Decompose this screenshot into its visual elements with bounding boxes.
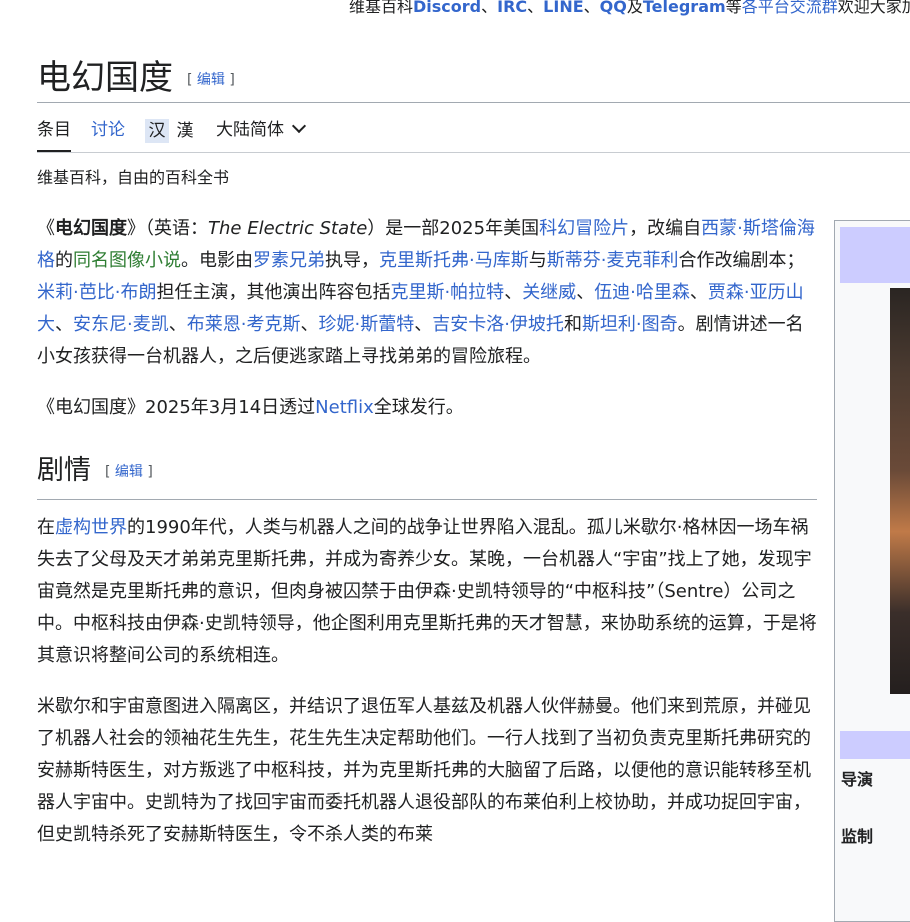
directors-link[interactable]: 罗素兄弟 (253, 250, 325, 271)
release-paragraph: 《电幻国度》2025年3月14日透过Netflix全球发行。 (37, 392, 817, 424)
variant-dropdown[interactable]: 大陆简体 (216, 116, 307, 144)
text: ）是一部2025年美国 (367, 218, 540, 239)
english-title: The Electric State (208, 218, 368, 239)
notice-and: 及 (626, 0, 643, 16)
community-groups-link[interactable]: 各平台交流群 (742, 0, 838, 16)
actor-link[interactable]: 伍迪·哈里森 (594, 282, 690, 303)
text: 担任主演，其他演出阵容包括 (156, 282, 391, 303)
notice-prefix: 维基百科 (349, 0, 414, 16)
netflix-link[interactable]: Netflix (315, 397, 374, 418)
lead-paragraph: 《电幻国度》（英语：The Electric State）是一部2025年美国科… (37, 213, 817, 373)
article-body: 《电幻国度》（英语：The Electric State）是一部2025年美国科… (37, 213, 817, 870)
text: 合作改编剧本； (678, 250, 805, 271)
fictional-world-link[interactable]: 虚构世界 (55, 517, 127, 538)
genre-link[interactable]: 科幻冒险片 (539, 218, 629, 239)
writer-link[interactable]: 克里斯托弗·马库斯 (379, 250, 529, 271)
notice-suffix: 欢迎大家加入 (837, 0, 910, 16)
actor-link[interactable]: 关继威 (522, 282, 576, 303)
text: 、 (414, 314, 433, 335)
text: 在 (37, 516, 55, 538)
variant-dropdown-label: 大陆简体 (216, 120, 284, 140)
infobox-title-bar (840, 227, 910, 283)
notice-sep: 、 (527, 0, 544, 16)
tabs-divider (37, 152, 910, 153)
section-heading-plot: 剧情 [ 编辑 ] (37, 454, 817, 500)
site-notice: 维基百科Discord、IRC、LINE、QQ及Telegram等各平台交流群欢… (349, 0, 910, 17)
page-tabs: 条目 讨论 汉 漢 大陆简体 (37, 116, 910, 152)
actor-link[interactable]: 安东尼·麦凯 (73, 314, 169, 335)
variant-simplified-button[interactable]: 汉 (145, 119, 169, 143)
title-divider (37, 102, 910, 103)
line-link[interactable]: LINE (543, 0, 583, 16)
text: 、 (689, 282, 708, 303)
actor-link[interactable]: 克里斯·帕拉特 (390, 282, 504, 303)
source-novel-link[interactable]: 同名图像小说 (73, 250, 181, 271)
site-tagline: 维基百科，自由的百科全书 (37, 168, 230, 187)
text: 《电幻国度》2025年3月14日透过 (37, 397, 316, 418)
actor-link[interactable]: 布莱恩·考克斯 (187, 314, 301, 335)
article-subject: 电幻国度 (55, 218, 127, 239)
text: 、 (55, 314, 73, 335)
text: 、 (168, 314, 187, 335)
actor-link[interactable]: 珍妮·斯蕾特 (318, 314, 414, 335)
edit-plot-link[interactable]: 编辑 (115, 464, 143, 480)
chevron-down-icon (291, 118, 307, 134)
text: 。电影由 (181, 250, 253, 271)
text: ，改编自 (629, 218, 702, 239)
text: 执导， (325, 250, 379, 271)
tab-talk[interactable]: 讨论 (91, 116, 125, 144)
plot-paragraph: 在虚构世界的1990年代，人类与机器人之间的战争让世界陷入混乱。孤儿米歇尔·格林… (37, 512, 817, 672)
telegram-link[interactable]: Telegram (643, 0, 726, 16)
page-title: 电幻国度 [ 编辑 ] (37, 58, 235, 100)
qq-link[interactable]: QQ (600, 0, 627, 16)
discord-link[interactable]: Discord (413, 0, 481, 16)
notice-sep: 、 (481, 0, 498, 16)
edit-section: [ 编辑 ] (105, 464, 153, 480)
actor-link[interactable]: 吉安卡洛·伊坡托 (432, 314, 564, 335)
writer-link[interactable]: 斯蒂芬·麦克菲利 (547, 250, 679, 271)
text: 和 (563, 314, 582, 335)
poster-image[interactable] (890, 288, 910, 694)
text: 的 (55, 250, 73, 271)
plot-paragraph: 米歇尔和宇宙意图进入隔离区，并结识了退伍军人基兹及机器人伙伴赫曼。他们来到荒原，… (37, 695, 811, 845)
actor-link[interactable]: 斯坦利·图奇 (582, 314, 678, 335)
text: 》（英语： (127, 218, 208, 239)
infobox-header-bar (840, 731, 910, 759)
edit-bracket-close: ] (224, 72, 235, 88)
edit-bracket-open: [ (187, 72, 197, 88)
text: 、 (504, 282, 523, 303)
section-title: 剧情 (37, 455, 91, 486)
text: 《 (37, 218, 55, 239)
notice-mid: 等 (725, 0, 742, 16)
text: 、 (300, 314, 319, 335)
infobox-producer-label: 监制 (841, 827, 874, 846)
irc-link[interactable]: IRC (497, 0, 527, 16)
script-variant-toggle: 汉 漢 (145, 119, 197, 143)
actor-link[interactable]: 米莉·芭比·布朗 (37, 282, 156, 303)
text: 的1990年代，人类与机器人之间的战争让世界陷入混乱。孤儿米歇尔·格林因一场车祸… (37, 516, 817, 666)
text: 全球发行。 (373, 397, 464, 418)
notice-sep: 、 (583, 0, 600, 16)
infobox: 导演 监制 (834, 220, 910, 922)
edit-bracket-close: ] (142, 463, 153, 480)
text: 、 (576, 282, 595, 303)
variant-traditional-button[interactable]: 漢 (173, 119, 197, 143)
tab-article[interactable]: 条目 (37, 116, 71, 152)
edit-section: [ 编辑 ] (187, 72, 235, 88)
edit-page-link[interactable]: 编辑 (197, 72, 225, 88)
edit-bracket-open: [ (105, 463, 115, 480)
infobox-director-label: 导演 (841, 770, 874, 789)
page-title-text: 电幻国度 (37, 58, 173, 98)
text: 与 (528, 250, 547, 271)
